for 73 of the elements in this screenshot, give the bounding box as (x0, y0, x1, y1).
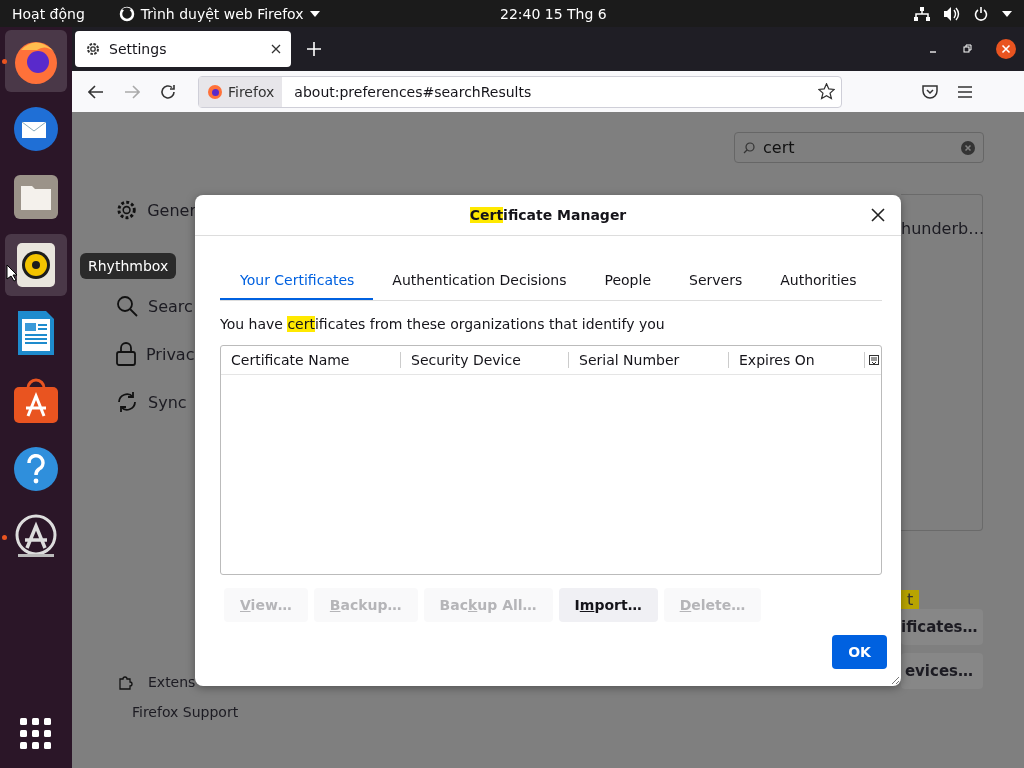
volume-icon[interactable] (944, 6, 960, 21)
sidebar-item[interactable]: Privac (146, 344, 195, 364)
browser-tab[interactable]: Settings (75, 31, 291, 67)
dialog-tab[interactable]: Authentication Decisions (373, 266, 586, 300)
dialog-title: Certificate Manager (469, 207, 627, 223)
new-tab-icon[interactable] (307, 42, 321, 56)
footer-link[interactable]: Extens (148, 674, 196, 690)
activities-button[interactable]: Hoạt động (12, 5, 85, 22)
column-header[interactable]: Security Device (401, 352, 569, 368)
back-icon[interactable] (88, 84, 104, 99)
tooltip: Rhythmbox (80, 253, 177, 279)
close-icon[interactable] (271, 44, 281, 54)
panel-text: hunderb… (901, 219, 982, 238)
tab-title: Settings (109, 41, 167, 57)
url-text: about:preferences#searchResults (294, 83, 533, 100)
dialog-tab[interactable]: Your Certificates (220, 266, 374, 300)
updater-icon (13, 514, 59, 560)
identity-box[interactable]: Firefox (199, 76, 283, 107)
dock-item[interactable] (5, 234, 67, 296)
network-icon[interactable] (914, 6, 930, 21)
sidebar-item[interactable]: Gener (147, 200, 196, 220)
dialog-tab[interactable]: Servers (670, 266, 762, 300)
mouse-cursor-icon (6, 264, 18, 282)
url-bar[interactable]: Firefox about:preferences#searchResults (198, 75, 842, 108)
bookmark-star-icon[interactable] (818, 83, 835, 100)
resize-grip-icon[interactable] (890, 675, 900, 685)
settings-icon (85, 41, 101, 57)
search-icon (116, 295, 138, 317)
clear-icon[interactable] (961, 140, 975, 155)
ok-button[interactable]: OK (832, 635, 887, 669)
dialog-tab[interactable]: Authorities (761, 266, 876, 300)
lock-icon (116, 342, 136, 366)
mail-icon (11, 104, 61, 154)
search-field[interactable]: cert (734, 132, 984, 163)
search-icon (743, 141, 755, 154)
folder-icon (13, 174, 59, 220)
sync-icon (116, 391, 138, 413)
close-icon[interactable] (871, 208, 885, 222)
search-value: cert (763, 138, 796, 157)
caret-icon[interactable] (1002, 10, 1012, 17)
maximize-icon[interactable] (962, 44, 972, 54)
help-icon (13, 446, 59, 492)
sidebar-item[interactable]: Searc (148, 296, 193, 316)
column-header[interactable]: Expires On (729, 352, 865, 368)
firefox-icon (118, 5, 135, 22)
app-menu[interactable]: Trình duyệt web Firefox (118, 5, 320, 22)
settings-button[interactable]: ificates… (901, 609, 983, 645)
footer-link[interactable]: Firefox Support (132, 704, 239, 720)
caret-icon (309, 10, 320, 17)
column-header[interactable]: Certificate Name (221, 352, 401, 368)
document-icon (17, 310, 55, 356)
gear-icon (116, 199, 138, 221)
search-highlight: t (901, 590, 920, 609)
settings-button[interactable]: evices… (901, 653, 983, 689)
pocket-icon[interactable] (922, 84, 938, 99)
dialog-button[interactable]: Import… (558, 588, 658, 622)
shopping-bag-icon (13, 378, 59, 424)
app-name: Trình duyệt web Firefox (140, 5, 304, 22)
app-grid-icon[interactable] (20, 718, 52, 750)
firefox-icon (207, 83, 223, 100)
column-picker-icon[interactable] (869, 355, 879, 365)
column-header[interactable]: Serial Number (569, 352, 729, 368)
speaker-icon (16, 242, 56, 288)
reload-icon[interactable] (160, 83, 176, 100)
identity-label: Firefox (228, 83, 275, 100)
dock-item[interactable] (5, 30, 67, 92)
close-icon[interactable] (996, 39, 1016, 59)
clock[interactable]: 22:40 15 Thg 6 (500, 5, 607, 22)
puzzle-icon (118, 674, 134, 690)
menu-icon[interactable] (958, 85, 972, 98)
sidebar-item[interactable]: Sync (148, 392, 187, 412)
dialog-tab[interactable]: People (585, 266, 670, 300)
power-icon[interactable] (974, 6, 988, 21)
